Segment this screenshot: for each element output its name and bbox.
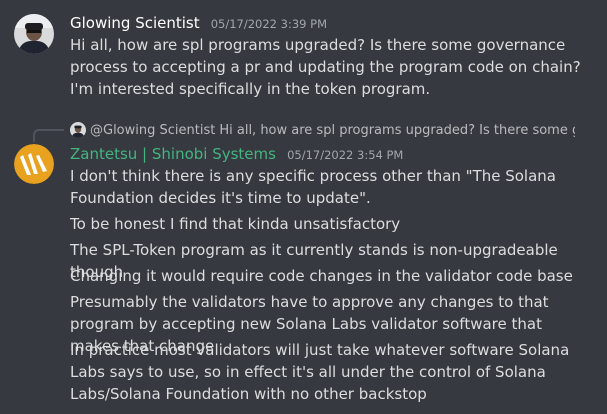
message-text: In practice most validators will just ta… — [70, 341, 570, 403]
message-text: Changing it would require code changes i… — [70, 267, 573, 285]
message-header: Glowing Scientist 05/17/2022 3:39 PM — [70, 13, 327, 32]
avatar[interactable] — [14, 14, 54, 54]
message-header: Zantetsu | Shinobi Systems 05/17/2022 3:… — [70, 144, 403, 163]
reply-reference[interactable]: @Glowing Scientist Hi all, how are spl p… — [70, 120, 575, 140]
message-text: I don't think there is any specific proc… — [70, 167, 556, 207]
reply-preview-text[interactable]: Hi all, how are spl programs upgraded? I… — [219, 123, 575, 138]
author-name[interactable]: Glowing Scientist — [70, 14, 200, 32]
message-text: Hi all, how are spl programs upgraded? I… — [70, 36, 581, 98]
user-photo-icon — [14, 14, 54, 54]
reply-spine — [33, 129, 64, 142]
reply-mention[interactable]: @Glowing Scientist — [90, 123, 215, 138]
timestamp: 05/17/2022 3:39 PM — [210, 17, 327, 31]
avatar[interactable] — [14, 144, 54, 184]
shinobi-logo-icon — [14, 144, 54, 184]
user-photo-icon — [70, 122, 86, 138]
message-text: To be honest I find that kinda unsatisfa… — [70, 215, 401, 233]
author-name[interactable]: Zantetsu | Shinobi Systems — [70, 145, 276, 163]
timestamp: 05/17/2022 3:54 PM — [287, 148, 404, 162]
reply-avatar — [70, 122, 86, 138]
